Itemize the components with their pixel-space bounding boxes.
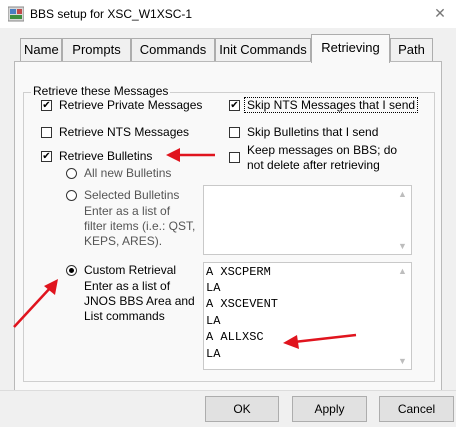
- selected-bulletins-help: filter items (i.e.: QST,: [84, 219, 196, 233]
- close-icon[interactable]: ✕: [432, 5, 448, 21]
- retrieve-private-checkbox[interactable]: ✔: [41, 100, 52, 111]
- radio-selected-dot: [69, 268, 74, 273]
- tab-path[interactable]: Path: [390, 38, 433, 62]
- selected-bulletins-help: KEPS, ARES).: [84, 234, 163, 248]
- skip-nts-label[interactable]: Skip NTS Messages that I send: [244, 97, 419, 113]
- custom-retrieval-help: List commands: [84, 309, 165, 323]
- ok-button[interactable]: OK: [205, 396, 279, 422]
- custom-command-line: LA: [206, 281, 221, 295]
- scroll-down-icon[interactable]: ▼: [394, 238, 411, 254]
- custom-command-line: LA: [206, 347, 221, 361]
- custom-command-line: LA: [206, 314, 221, 328]
- custom-retrieval-radio[interactable]: [66, 265, 77, 276]
- bottom-divider: [0, 390, 456, 391]
- retrieve-nts-checkbox[interactable]: [41, 127, 52, 138]
- custom-retrieval-scrollbar[interactable]: ▲ ▼: [394, 263, 411, 369]
- checkmark-icon: ✔: [42, 100, 51, 111]
- custom-retrieval-textarea[interactable]: A XSCPERM LA A XSCEVENT LA A ALLXSC LA ▲…: [203, 262, 412, 370]
- apply-button[interactable]: Apply: [292, 396, 367, 422]
- checkmark-icon: ✔: [42, 151, 51, 162]
- tab-retrieving[interactable]: Retrieving: [311, 34, 390, 63]
- custom-retrieval-label[interactable]: Custom Retrieval: [84, 263, 176, 277]
- selected-bulletins-textarea[interactable]: ▲ ▼: [203, 185, 412, 255]
- retrieve-bulletins-checkbox[interactable]: ✔: [41, 151, 52, 162]
- keep-messages-label-line1[interactable]: Keep messages on BBS; do: [247, 143, 397, 157]
- checkmark-icon: ✔: [230, 100, 239, 111]
- selected-bulletins-label[interactable]: Selected Bulletins: [84, 188, 179, 202]
- custom-command-line: A XSCEVENT: [206, 297, 279, 311]
- tab-commands[interactable]: Commands: [131, 38, 215, 62]
- retrieve-bulletins-label[interactable]: Retrieve Bulletins: [59, 149, 152, 163]
- keep-messages-label-line2[interactable]: not delete after retrieving: [247, 158, 380, 172]
- all-new-bulletins-radio[interactable]: [66, 168, 77, 179]
- cancel-button[interactable]: Cancel: [379, 396, 454, 422]
- tab-prompts[interactable]: Prompts: [62, 38, 131, 62]
- bbs-app-icon: [8, 6, 24, 22]
- tab-init-commands[interactable]: Init Commands: [215, 38, 311, 62]
- skip-nts-checkbox[interactable]: ✔: [229, 100, 240, 111]
- retrieve-nts-label[interactable]: Retrieve NTS Messages: [59, 125, 189, 139]
- keep-messages-checkbox[interactable]: [229, 152, 240, 163]
- scroll-up-icon[interactable]: ▲: [394, 186, 411, 202]
- tab-name[interactable]: Name: [20, 38, 62, 62]
- selected-bulletins-radio[interactable]: [66, 190, 77, 201]
- selected-bulletins-help: Enter as a list of: [84, 204, 171, 218]
- custom-retrieval-help: JNOS BBS Area and: [84, 294, 195, 308]
- scroll-down-icon[interactable]: ▼: [394, 353, 411, 369]
- all-new-bulletins-label[interactable]: All new Bulletins: [84, 166, 171, 180]
- retrieve-private-label[interactable]: Retrieve Private Messages: [59, 98, 202, 112]
- skip-bulletins-label[interactable]: Skip Bulletins that I send: [247, 125, 378, 139]
- window-title: BBS setup for XSC_W1XSC-1: [30, 7, 193, 21]
- skip-bulletins-checkbox[interactable]: [229, 127, 240, 138]
- custom-command-line: A XSCPERM: [206, 265, 271, 279]
- scroll-up-icon[interactable]: ▲: [394, 263, 411, 279]
- custom-retrieval-help: Enter as a list of: [84, 279, 171, 293]
- title-bar[interactable]: BBS setup for XSC_W1XSC-1 ✕: [0, 0, 456, 28]
- group-legend: Retrieve these Messages: [31, 84, 171, 98]
- custom-command-line: A ALLXSC: [206, 330, 264, 344]
- selected-bulletins-scrollbar[interactable]: ▲ ▼: [394, 186, 411, 254]
